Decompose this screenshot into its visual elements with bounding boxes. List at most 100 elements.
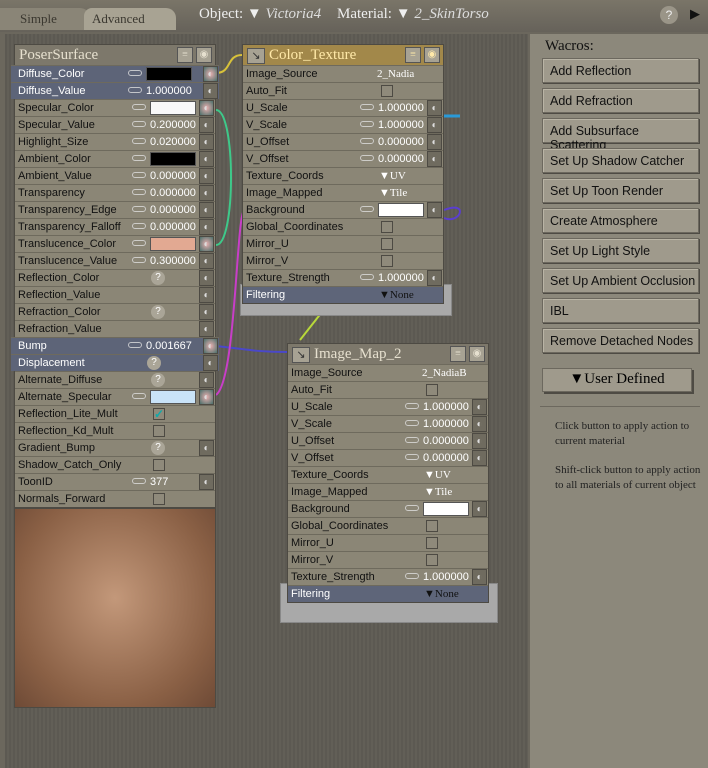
input-plug-icon[interactable]: ◐ [199,321,214,337]
input-plug-icon[interactable]: ◐ [472,399,487,415]
checkbox[interactable] [426,554,438,566]
node-poser-surface[interactable]: PoserSurface ≡ ◉ Diffuse_Color ◐ Diffuse_Valu… [11,44,219,508]
wacro-button[interactable]: Remove Detached Nodes [542,328,699,353]
node-row-ambient-color[interactable]: Ambient_Color ◐ [15,150,215,167]
row-value[interactable]: 0.001667 [146,340,192,352]
input-plug-icon[interactable]: ◐ [427,202,442,218]
input-plug-icon[interactable]: ◐ [199,253,214,269]
node-row-specular-value[interactable]: Specular_Value 0.200000 ◐ [15,116,215,133]
checkbox[interactable] [426,384,438,396]
input-plug-icon[interactable]: ◐ [203,83,218,99]
row-value[interactable]: 1.000000 [423,571,469,583]
row-value[interactable]: 1.000000 [378,272,424,284]
node-row-image-mapped[interactable]: Image_Mapped ▼Tile [288,483,488,500]
wacro-button[interactable]: Set Up Ambient Occlusion [542,268,699,293]
node-row-filtering[interactable]: Filtering ▼None [288,585,488,602]
checkbox[interactable] [153,425,165,437]
node-row-global-coordinates[interactable]: Global_Coordinates [288,517,488,534]
node-row-mirror-v[interactable]: Mirror_V [288,551,488,568]
row-value[interactable]: 0.000000 [150,187,196,199]
node-collapse-icon[interactable]: ↘ [292,347,310,363]
input-plug-icon[interactable]: ◐ [199,287,214,303]
input-plug-icon[interactable]: ◐ [199,474,214,490]
dropdown-value[interactable]: ▼Tile [379,187,407,199]
checkbox[interactable]: ✓ [153,408,165,420]
input-plug-icon[interactable]: ◐ [199,168,214,184]
node-row-texture-strength[interactable]: Texture_Strength 1.000000 ◐ [243,269,443,286]
node-row-texture-coords[interactable]: Texture_Coords ▼UV [288,466,488,483]
row-value[interactable]: 1.000000 [423,401,469,413]
wacro-button[interactable]: Create Atmosphere [542,208,699,233]
dropdown-value[interactable]: ▼UV [379,170,406,182]
dropdown-value[interactable]: ▼None [379,289,414,301]
input-plug-icon[interactable]: ◐ [203,338,218,354]
node-row-v-offset[interactable]: V_Offset 0.000000 ◐ [288,449,488,466]
node-row-displacement[interactable]: Displacement? ◐ [11,354,219,371]
input-plug-icon[interactable]: ◐ [427,134,442,150]
menu-icon[interactable]: ≡ [177,47,193,63]
input-plug-icon[interactable]: ◐ [199,134,214,150]
row-value[interactable]: 1.000000 [146,85,192,97]
node-row-texture-coords[interactable]: Texture_Coords ▼UV [243,167,443,184]
node-row-transparency-edge[interactable]: Transparency_Edge 0.000000 ◐ [15,201,215,218]
node-row-refraction-value[interactable]: Refraction_Value ◐ [15,320,215,337]
checkbox[interactable] [426,520,438,532]
checkbox[interactable] [381,255,393,267]
checkbox[interactable] [381,221,393,233]
node-row-refraction-color[interactable]: Refraction_Color? ◐ [15,303,215,320]
input-plug-icon[interactable]: ◐ [199,185,214,201]
node-row-u-offset[interactable]: U_Offset 0.000000 ◐ [243,133,443,150]
node-row-gradient-bump[interactable]: Gradient_Bump? ◐ [15,439,215,456]
user-defined-dropdown[interactable]: ▼User Defined [542,368,692,392]
input-plug-icon[interactable]: ◐ [472,416,487,432]
input-plug-icon[interactable]: ◐ [199,117,214,133]
input-plug-icon[interactable]: ◐ [427,117,442,133]
node-row-reflection-color[interactable]: Reflection_Color? ◐ [15,269,215,286]
row-value[interactable]: 0.000000 [150,170,196,182]
node-row-filtering[interactable]: Filtering ▼None [243,286,443,303]
wacro-button[interactable]: IBL [542,298,699,323]
input-plug-icon[interactable]: ◐ [427,151,442,167]
node-row-u-scale[interactable]: U_Scale 1.000000 ◐ [288,398,488,415]
input-plug-icon[interactable]: ◐ [199,202,214,218]
input-plug-icon[interactable]: ◐ [472,433,487,449]
input-plug-icon[interactable]: ◐ [199,100,214,116]
node-row-reflection-value[interactable]: Reflection_Value ◐ [15,286,215,303]
input-plug-icon[interactable]: ◐ [199,304,214,320]
node-row-diffuse-color[interactable]: Diffuse_Color ◐ [11,65,219,82]
input-plug-icon[interactable]: ◐ [199,440,214,456]
eye-icon[interactable]: ◉ [424,47,440,63]
checkbox[interactable] [153,493,165,505]
node-row-image-source[interactable]: Image_Source 2_NadiaB [288,364,488,381]
row-value[interactable]: 2_Nadia [377,68,414,80]
input-plug-icon[interactable]: ◐ [472,569,487,585]
wacro-button[interactable]: Add Reflection [542,58,699,83]
dropdown-value[interactable]: ▼Tile [424,486,452,498]
node-row-background[interactable]: Background ◐ [288,500,488,517]
wacro-button[interactable]: Set Up Toon Render [542,178,699,203]
node-row-global-coordinates[interactable]: Global_Coordinates [243,218,443,235]
node-row-transparency[interactable]: Transparency 0.000000 ◐ [15,184,215,201]
node-title[interactable]: ↘ Image_Map_2 ≡ ◉ [288,344,488,364]
input-plug-icon[interactable]: ◐ [199,372,214,388]
input-plug-icon[interactable]: ◐ [199,219,214,235]
row-value[interactable]: 0.000000 [423,435,469,447]
node-row-v-offset[interactable]: V_Offset 0.000000 ◐ [243,150,443,167]
row-value[interactable]: 0.020000 [150,136,196,148]
node-row-image-source[interactable]: Image_Source 2_Nadia [243,65,443,82]
node-row-toonid[interactable]: ToonID 377 ◐ [15,473,215,490]
input-plug-icon[interactable]: ◐ [199,270,214,286]
node-row-specular-color[interactable]: Specular_Color ◐ [15,99,215,116]
node-row-mirror-u[interactable]: Mirror_U [288,534,488,551]
input-plug-icon[interactable]: ◐ [427,270,442,286]
row-value[interactable]: 2_NadiaB [422,367,467,379]
color-swatch[interactable] [146,67,192,81]
node-row-v-scale[interactable]: V_Scale 1.000000 ◐ [288,415,488,432]
node-row-alternate-specular[interactable]: Alternate_Specular ◐ [15,388,215,405]
node-row-bump[interactable]: Bump 0.001667 ◐ [11,337,219,354]
eye-icon[interactable]: ◉ [469,346,485,362]
menu-icon[interactable]: ≡ [450,346,466,362]
node-row-reflection-lite-mult[interactable]: Reflection_Lite_Mult ✓ [15,405,215,422]
node-row-highlight-size[interactable]: Highlight_Size 0.020000 ◐ [15,133,215,150]
node-row-transparency-falloff[interactable]: Transparency_Falloff 0.000000 ◐ [15,218,215,235]
